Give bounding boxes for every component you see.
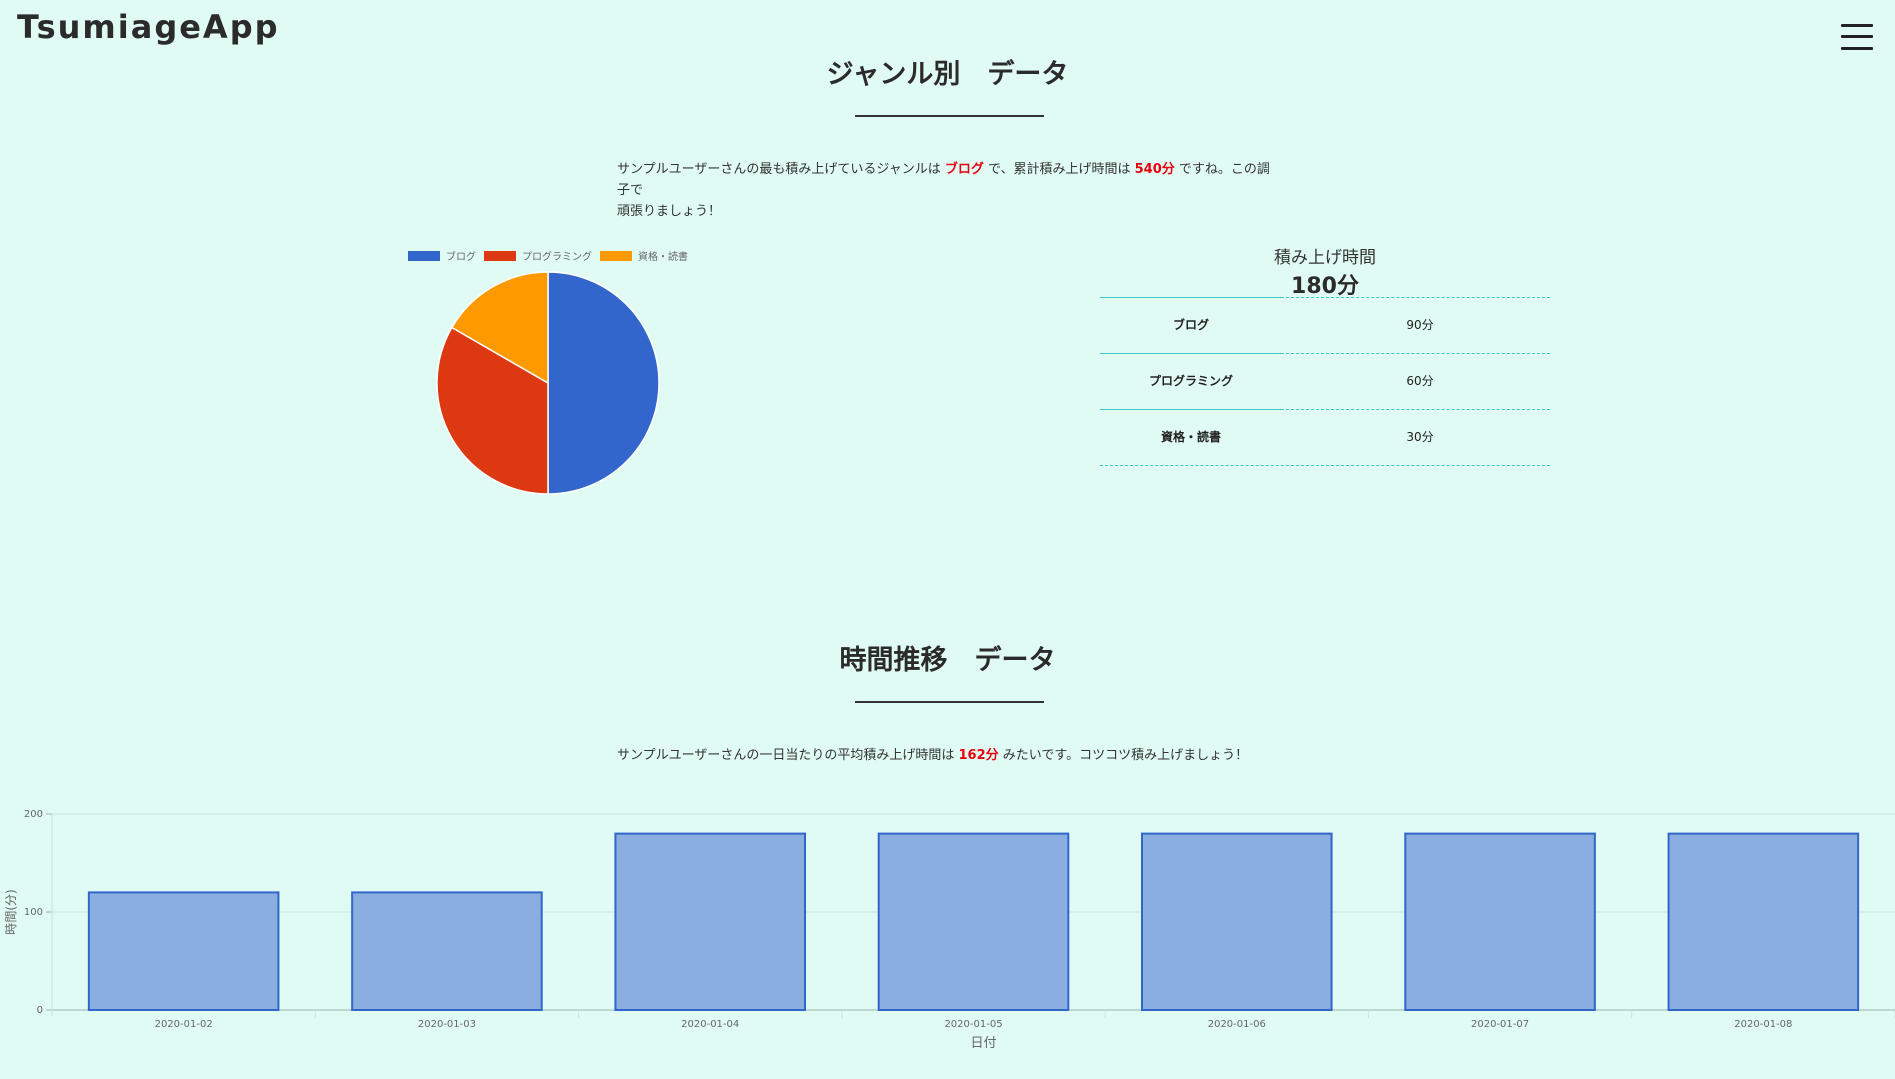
average-time-highlight: 162分 [958, 748, 999, 763]
legend-swatch [408, 250, 440, 261]
legend-item[interactable]: プログラミング [484, 248, 592, 263]
x-tick-label: 2020-01-08 [1734, 1019, 1792, 1030]
genre-pie-chart [436, 271, 660, 495]
table-caption: 積み上げ時間 [1274, 248, 1376, 268]
hamburger-menu-icon[interactable] [1841, 24, 1873, 50]
menu-bar-line [1841, 47, 1873, 50]
genre-name-cell: ブログ [1172, 318, 1209, 332]
pie-legend: ブログ プログラミング 資格・読書 [408, 248, 696, 263]
legend-label: 資格・読書 [638, 252, 688, 263]
message-text: サンプルユーザーさんの最も積み上げているジャンルは [617, 162, 941, 177]
bar[interactable] [614, 832, 806, 1011]
y-axis-label: 時間(分) [4, 889, 18, 934]
x-tick-label: 2020-01-02 [155, 1019, 213, 1030]
y-tick-label: 200 [24, 809, 43, 820]
title-underline [855, 115, 1044, 117]
bar[interactable] [877, 832, 1070, 1011]
genre-message: サンプルユーザーさんの最も積み上げているジャンルは ブログ で、累計積み上げ時間… [617, 159, 1282, 222]
table-row: プログラミング 60分 [1100, 353, 1550, 409]
y-tick-label: 0 [37, 1005, 43, 1016]
bar[interactable] [1404, 832, 1596, 1011]
bar[interactable] [1141, 832, 1333, 1011]
legend-item[interactable]: ブログ [408, 248, 476, 263]
menu-bar-line [1841, 35, 1873, 38]
genre-name-cell: プログラミング [1148, 374, 1233, 388]
menu-bar-line [1841, 24, 1873, 27]
message-text: 頑張りましょう！ [617, 204, 722, 219]
genre-time-cell: 90分 [1406, 318, 1434, 332]
time-message: サンプルユーザーさんの一日当たりの平均積み上げ時間は 162分 みたいです。コツ… [617, 745, 1517, 766]
table-total: 180分 [1291, 274, 1359, 299]
table-divider [1100, 465, 1550, 466]
genre-time-cell: 30分 [1406, 430, 1434, 444]
title-underline [855, 701, 1044, 703]
message-text: みたいです。コツコツ積み上げましょう！ [1002, 748, 1249, 763]
x-tick-label: 2020-01-03 [418, 1019, 476, 1030]
legend-item[interactable]: 資格・読書 [600, 248, 688, 263]
legend-swatch [484, 250, 516, 261]
x-tick-label: 2020-01-07 [1471, 1019, 1529, 1030]
app-logo[interactable]: TsumiageApp [17, 8, 280, 46]
x-tick-label: 2020-01-04 [681, 1019, 739, 1030]
x-axis-label: 日付 [970, 1036, 996, 1051]
total-time-highlight: 540分 [1134, 162, 1175, 177]
table-row: ブログ 90分 [1100, 297, 1550, 353]
legend-label: ブログ [446, 252, 476, 263]
legend-swatch [600, 250, 632, 261]
x-tick-label: 2020-01-06 [1208, 1019, 1266, 1030]
daily-time-bar-chart: 0 100 200 2020-01-02 2020-01-03 2020-01-04 202… [4, 809, 1895, 1051]
x-tick-label: 2020-01-05 [944, 1019, 1002, 1030]
message-text: サンプルユーザーさんの一日当たりの平均積み上げ時間は [617, 748, 955, 763]
bar[interactable] [1667, 832, 1860, 1011]
genre-section-title: ジャンル別 データ [826, 59, 1069, 90]
y-tick-label: 100 [24, 907, 43, 918]
genre-time-cell: 60分 [1406, 374, 1434, 388]
legend-label: プログラミング [522, 252, 592, 263]
time-section-title: 時間推移 データ [839, 645, 1056, 676]
top-genre-highlight: ブログ [944, 162, 984, 177]
genre-name-cell: 資格・読書 [1160, 430, 1221, 444]
message-text: で、累計積み上げ時間は [988, 162, 1131, 177]
bar[interactable] [351, 891, 543, 1011]
table-row: 資格・読書 30分 [1100, 409, 1550, 465]
bar[interactable] [87, 891, 280, 1011]
pie-slice[interactable] [547, 271, 660, 495]
